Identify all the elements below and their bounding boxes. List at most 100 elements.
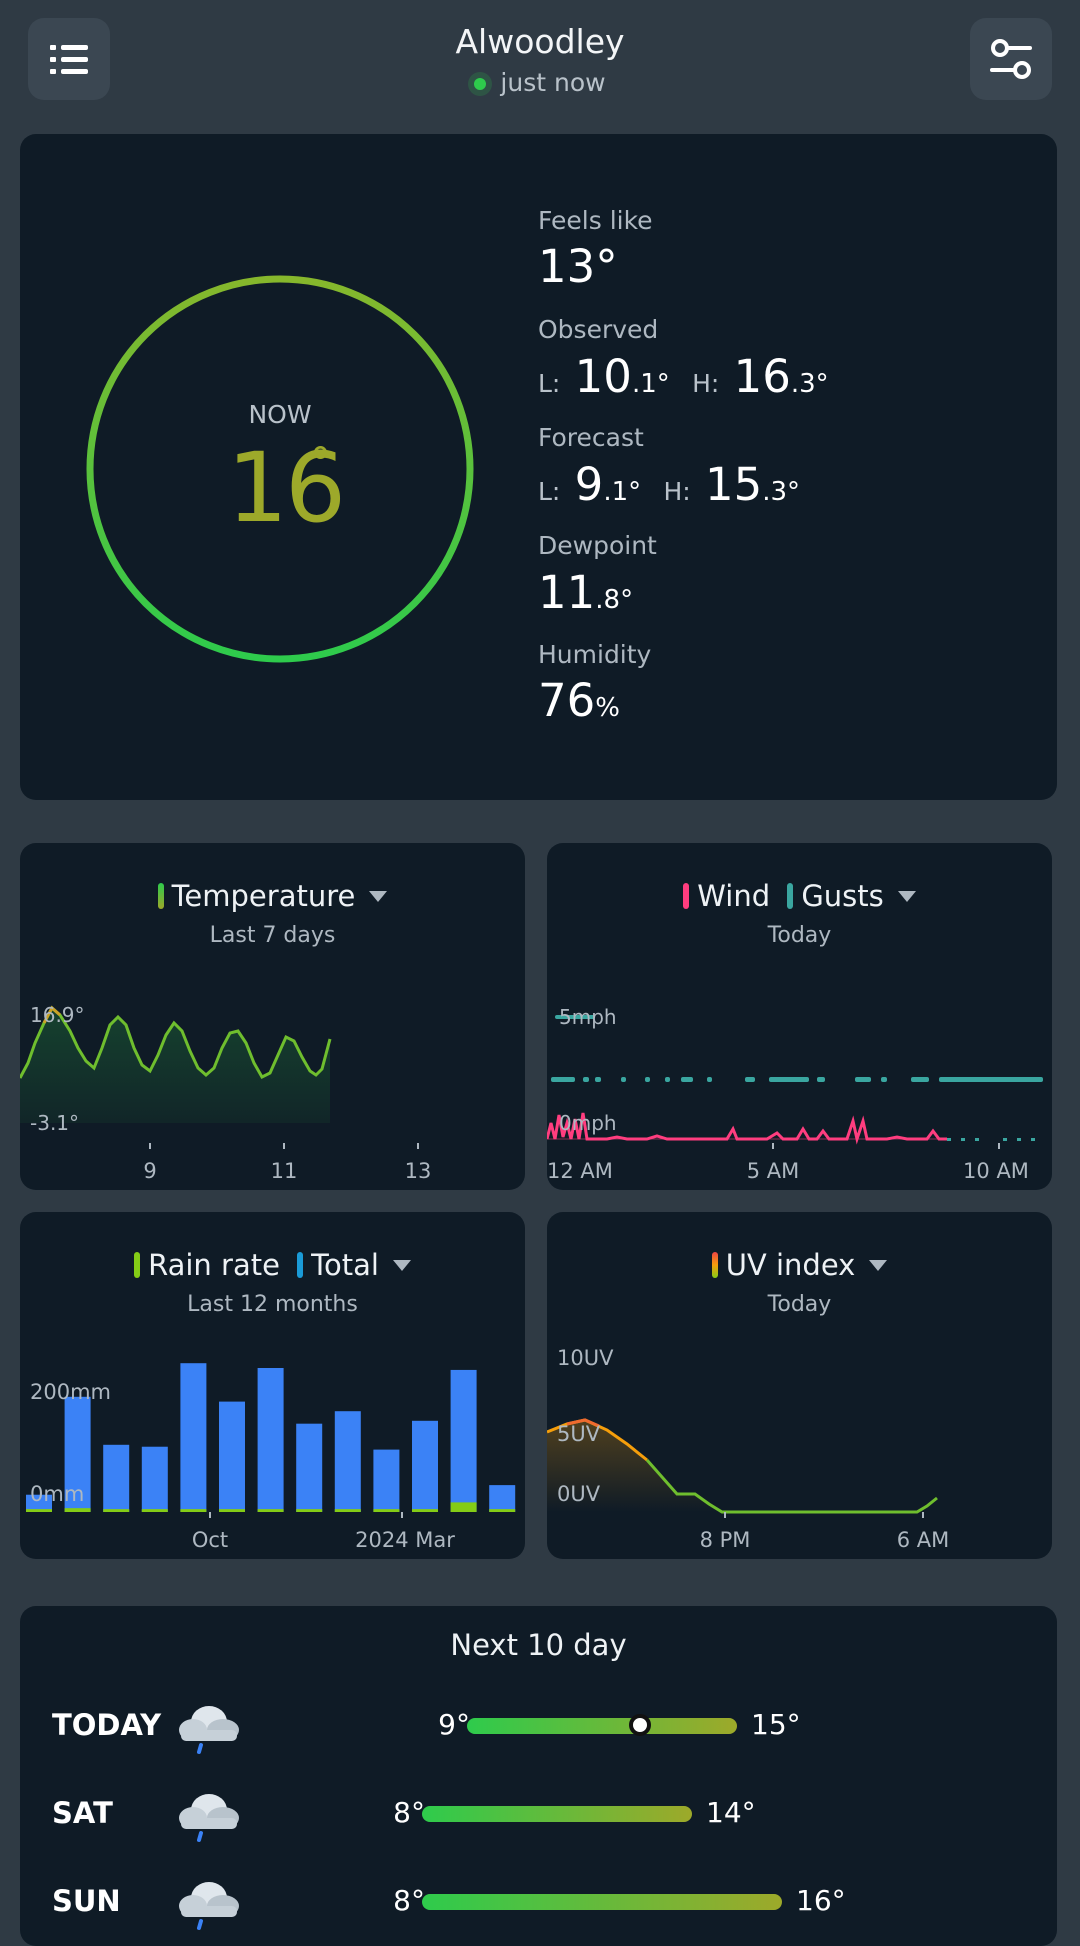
- rain-y-min: 0mm: [30, 1482, 85, 1506]
- rain-rate-bar: [412, 1509, 438, 1512]
- sliders-icon: [990, 39, 1032, 79]
- rain-total-bar: [257, 1368, 284, 1512]
- uv-x-tick: 8 PM: [699, 1528, 751, 1552]
- observed-low: 10: [574, 350, 632, 403]
- temperature-y-max: 16.9°: [30, 1003, 85, 1027]
- forecast-range-bar: [422, 1894, 782, 1910]
- current-temp-marker: [629, 1714, 651, 1736]
- settings-button[interactable]: [970, 18, 1052, 100]
- rain-total-bar: [141, 1446, 168, 1512]
- uv-y-min: 0UV: [557, 1482, 601, 1506]
- rain-rate-bar: [450, 1502, 477, 1512]
- humidity-label: Humidity: [538, 640, 652, 669]
- wind-chart-card[interactable]: Wind Gusts Today 5mph 0mph 12 AM 5 AM 10…: [547, 843, 1052, 1190]
- rain-chart-card[interactable]: Rain rate Total Last 12 months 200mm 0mm…: [20, 1212, 525, 1559]
- forecast-high: 14°: [706, 1796, 756, 1829]
- rain-rate-bar: [489, 1509, 516, 1512]
- forecast-high: 16°: [796, 1884, 846, 1917]
- rain-rate-bar: [103, 1509, 130, 1512]
- rain-rate-bar: [257, 1509, 284, 1512]
- forecast-day: SAT: [52, 1796, 113, 1830]
- observed-high: 16: [733, 350, 791, 403]
- forecast-low-prefix: L:: [538, 477, 561, 506]
- forecast-title: Next 10 day: [450, 1628, 627, 1662]
- rain-total-bar: [103, 1444, 130, 1512]
- wind-x-tick: 5 AM: [746, 1159, 800, 1183]
- forecast-card: Next 10 day TODAY 9° 15° SAT 8° 14° SUN …: [20, 1606, 1057, 1946]
- temperature-x-tick: 13: [404, 1159, 432, 1183]
- observed-high-prefix: H:: [692, 369, 720, 398]
- rain-rate-bar: [141, 1509, 168, 1512]
- temperature-chart: [20, 1005, 419, 1149]
- forecast-low: 9°: [438, 1708, 470, 1741]
- humidity-int: 76: [538, 674, 596, 727]
- forecast-low-decimal: .1°: [603, 477, 642, 507]
- temperature-chart-card[interactable]: Temperature Last 7 days 16.9° -3.1° 9 11…: [20, 843, 525, 1190]
- observed-low-decimal: .1°: [631, 369, 670, 399]
- location-title: Alwoodley: [455, 22, 625, 61]
- dewpoint-decimal: .8°: [595, 585, 634, 615]
- humidity-value: 76%: [538, 674, 620, 727]
- forecast-low: 8°: [393, 1884, 425, 1917]
- rain-x-tick: Oct: [191, 1528, 229, 1552]
- forecast-high-prefix: H:: [663, 477, 691, 506]
- uv-chart-card[interactable]: UV index Today 10UV 5UV 0UV 8 PM 6 AM: [547, 1212, 1052, 1559]
- rain-rate-bar: [64, 1508, 91, 1512]
- wind-chart: [547, 1015, 1043, 1149]
- rain-rate-bar: [180, 1509, 207, 1512]
- feels-like-label: Feels like: [538, 206, 653, 235]
- temperature-y-min: -3.1°: [30, 1111, 80, 1135]
- forecast-range-bar: [422, 1806, 692, 1822]
- rain-rate-bar: [26, 1509, 52, 1512]
- dewpoint-int: 11: [538, 566, 596, 619]
- uv-x-tick: 6 AM: [896, 1528, 950, 1552]
- rain-cloud-icon: [179, 1706, 239, 1754]
- uv-y-max: 10UV: [557, 1346, 614, 1370]
- current-temperature: 16: [226, 432, 346, 544]
- rain-y-max: 200mm: [30, 1380, 111, 1404]
- rain-rate-bar: [296, 1509, 323, 1512]
- rain-cloud-icon: [179, 1794, 239, 1842]
- forecast-high-decimal: .3°: [762, 477, 801, 507]
- observed-low-prefix: L:: [538, 369, 561, 398]
- gusts-points: [551, 1015, 1043, 1082]
- rain-total-bar: [219, 1401, 245, 1512]
- rain-total-bar: [489, 1485, 516, 1512]
- feels-like-value: 13°: [538, 240, 618, 293]
- rain-total-bar: [373, 1449, 400, 1512]
- observed-value: L: 10.1° H: 16.3°: [538, 350, 829, 403]
- rain-x-tick: 2024 Mar: [355, 1528, 455, 1552]
- forecast-high: 15: [704, 458, 763, 511]
- observed-label: Observed: [538, 315, 659, 344]
- uv-y-mid: 5UV: [557, 1422, 601, 1446]
- dewpoint-label: Dewpoint: [538, 531, 657, 560]
- wind-y-max: 5mph: [559, 1005, 617, 1029]
- humidity-unit: %: [595, 693, 620, 723]
- forecast-day: SUN: [52, 1884, 121, 1918]
- rain-total-bar: [180, 1363, 207, 1512]
- rain-cloud-icon: [179, 1882, 239, 1930]
- dewpoint-value: 11.8°: [538, 566, 633, 619]
- wind-y-min: 0mph: [559, 1111, 617, 1135]
- forecast-range-bar: [467, 1718, 737, 1734]
- current-temperature-degree: °: [310, 438, 331, 487]
- update-status: just now: [0, 68, 1080, 97]
- forecast-value: L: 9.1° H: 15.3°: [538, 458, 800, 511]
- rain-rate-bar: [334, 1509, 361, 1512]
- temperature-x-tick: 11: [270, 1159, 298, 1183]
- updated-text: just now: [500, 68, 606, 97]
- gusts-low-points: [947, 1138, 1035, 1141]
- rain-total-bar: [412, 1420, 438, 1512]
- live-indicator: [474, 78, 487, 90]
- forecast-low: 9: [574, 458, 604, 511]
- rain-rate-bar: [219, 1509, 245, 1512]
- forecast-low: 8°: [393, 1796, 425, 1829]
- forecast-label: Forecast: [538, 423, 644, 452]
- now-label: NOW: [248, 400, 312, 429]
- uv-chart: [547, 1418, 938, 1518]
- forecast-day: TODAY: [52, 1708, 162, 1742]
- rain-total-bar: [450, 1369, 477, 1512]
- temperature-x-tick: 9: [143, 1159, 157, 1183]
- rain-total-bar: [334, 1411, 361, 1512]
- wind-x-tick: 10 AM: [963, 1159, 1029, 1183]
